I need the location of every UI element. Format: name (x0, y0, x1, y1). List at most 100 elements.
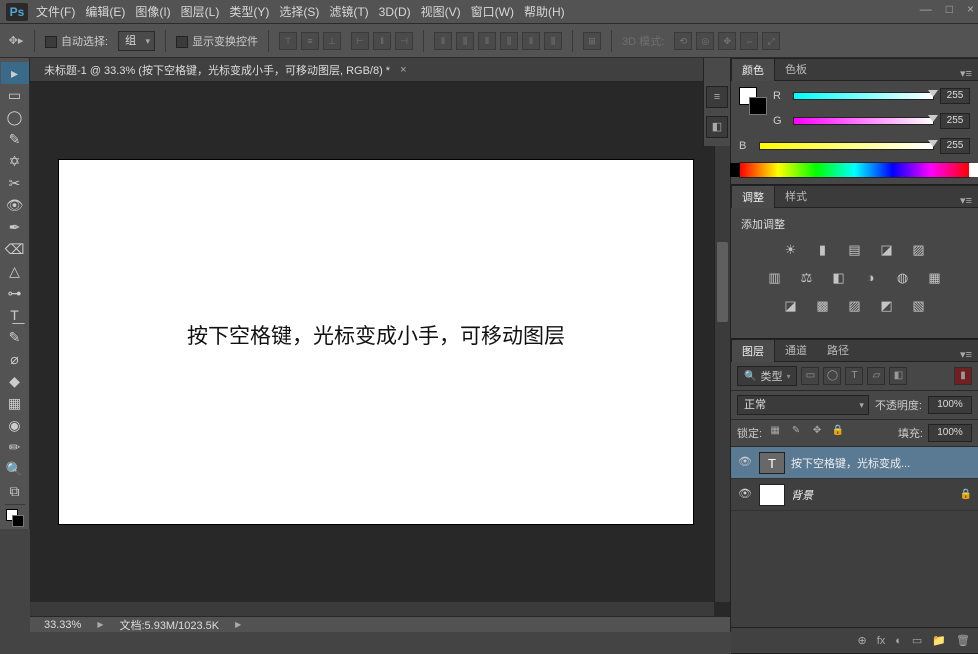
layer-row-background[interactable]: 👁 背景 🔒 (731, 479, 978, 511)
blend-mode-dropdown[interactable]: 正常 (737, 395, 869, 415)
menu-help[interactable]: 帮助(H) (524, 3, 565, 20)
layer-name[interactable]: 按下空格键，光标变成... (791, 455, 972, 471)
path-tool[interactable]: ◉ (1, 414, 29, 436)
align-right-icon[interactable]: ⊣ (395, 32, 413, 50)
b-slider[interactable] (759, 142, 934, 150)
tab-adjustments[interactable]: 调整 (731, 185, 775, 208)
pan-icon[interactable]: ✥ (718, 32, 736, 50)
filter-toggle-icon[interactable]: ▮ (954, 367, 972, 385)
adj-vibrance-icon[interactable]: ▨ (909, 242, 929, 260)
align-left-icon[interactable]: ⊢ (351, 32, 369, 50)
lock-pixels-icon[interactable]: ✎ (788, 425, 804, 441)
tab-layers[interactable]: 图层 (731, 339, 775, 362)
lasso-tool[interactable]: ◯ (1, 106, 29, 128)
document-tab[interactable]: 未标题-1 @ 33.3% (按下空格键，光标变成小手，可移动图层, RGB/8… (30, 58, 730, 82)
adj-mixer-icon[interactable]: ◍ (893, 270, 913, 288)
show-transform-checkbox[interactable]: 显示变换控件 (176, 33, 258, 49)
align-hcenter-icon[interactable]: ‖ (373, 32, 391, 50)
adj-levels-icon[interactable]: ▮ (813, 242, 833, 260)
orbit-icon[interactable]: ⟲ (674, 32, 692, 50)
dist-6-icon[interactable]: ⫼ (544, 32, 562, 50)
crop-tool[interactable]: ✡ (1, 150, 29, 172)
tab-swatches[interactable]: 色板 (775, 58, 817, 80)
link-layers-icon[interactable]: ⊕ (857, 634, 866, 647)
wand-tool[interactable]: ✎ (1, 128, 29, 150)
window-close[interactable]: × (967, 2, 974, 16)
adjust-panel-menu-icon[interactable]: ▾≡ (954, 194, 978, 207)
status-doc-menu-icon[interactable]: ▶ (235, 620, 241, 629)
status-zoom[interactable]: 33.33% (44, 619, 81, 631)
background-swatch[interactable] (749, 97, 767, 115)
new-layer-icon[interactable]: 📁 (932, 634, 946, 647)
dodge-tool[interactable]: ⌀ (1, 348, 29, 370)
vertical-scrollbar[interactable] (714, 82, 730, 602)
menu-3d[interactable]: 3D(D) (379, 5, 411, 19)
move-tool[interactable]: ▸ (1, 62, 29, 84)
adj-gradmap-icon[interactable]: ◩ (877, 298, 897, 316)
gradient-tool[interactable]: T͟ (1, 304, 29, 326)
g-value[interactable]: 255 (940, 113, 970, 129)
auto-select-checkbox[interactable]: 自动选择: (45, 33, 108, 49)
lock-transparent-icon[interactable]: ▦ (767, 425, 783, 441)
tab-paths[interactable]: 路径 (817, 339, 859, 361)
pen-tool[interactable]: ◆ (1, 370, 29, 392)
adj-curves-icon[interactable]: ▤ (845, 242, 865, 260)
menu-window[interactable]: 窗口(W) (471, 3, 514, 20)
collapsed-properties-icon[interactable]: ◧ (706, 116, 728, 138)
filter-type-icon[interactable]: T (845, 367, 863, 385)
align-top-icon[interactable]: ⊤ (279, 32, 297, 50)
menu-view[interactable]: 视图(V) (421, 3, 461, 20)
eraser-tool[interactable]: ⊶ (1, 282, 29, 304)
brush-tool[interactable]: ✒ (1, 216, 29, 238)
filter-pixel-icon[interactable]: ▭ (801, 367, 819, 385)
adj-bw-icon[interactable]: ◧ (829, 270, 849, 288)
layer-filter-kind[interactable]: 类型▾ (737, 366, 797, 386)
adj-brightness-icon[interactable]: ☀ (781, 242, 801, 260)
r-value[interactable]: 255 (940, 88, 970, 104)
color-panel-menu-icon[interactable]: ▾≡ (954, 67, 978, 80)
layer-mask-icon[interactable]: ◐ (895, 635, 902, 647)
fill-value[interactable]: 100% (928, 424, 972, 442)
hand-tool[interactable]: 🔍 (1, 458, 29, 480)
g-slider[interactable] (793, 117, 934, 125)
adj-invert-icon[interactable]: ◪ (781, 298, 801, 316)
adj-hue-icon[interactable]: ▥ (765, 270, 785, 288)
status-zoom-menu-icon[interactable]: ▶ (97, 620, 103, 629)
swatch-tool[interactable] (1, 507, 29, 529)
shape-tool[interactable]: ✏ (1, 436, 29, 458)
zoom-tool[interactable]: ⧉ (1, 480, 29, 502)
adj-posterize-icon[interactable]: ▩ (813, 298, 833, 316)
status-docsize[interactable]: 文档:5.93M/1023.5K (119, 617, 219, 633)
history-brush-tool[interactable]: △ (1, 260, 29, 282)
collapsed-history-icon[interactable]: ≡ (706, 86, 728, 108)
dist-5-icon[interactable]: ⫴ (522, 32, 540, 50)
align-bottom-icon[interactable]: ⊥ (323, 32, 341, 50)
auto-select-dropdown[interactable]: 组 (118, 31, 155, 51)
auto-align-icon[interactable]: ⊞ (583, 32, 601, 50)
eyedropper-tool[interactable]: ✂ (1, 172, 29, 194)
adj-threshold-icon[interactable]: ▨ (845, 298, 865, 316)
slide-icon[interactable]: ⇔ (740, 32, 758, 50)
adj-lookup-icon[interactable]: ▦ (925, 270, 945, 288)
heal-tool[interactable]: 👁 (1, 194, 29, 216)
window-maximize[interactable]: □ (946, 2, 953, 16)
layer-fx-icon[interactable]: fx (877, 635, 886, 647)
scale-icon[interactable]: ⤢ (762, 32, 780, 50)
b-value[interactable]: 255 (940, 138, 970, 154)
adj-balance-icon[interactable]: ⚖ (797, 270, 817, 288)
opacity-value[interactable]: 100% (928, 396, 972, 414)
filter-adjust-icon[interactable]: ◯ (823, 367, 841, 385)
horizontal-scrollbar[interactable] (30, 602, 714, 616)
marquee-tool[interactable]: ▭ (1, 84, 29, 106)
tab-color[interactable]: 颜色 (731, 58, 775, 81)
window-minimize[interactable]: — (920, 2, 932, 16)
adj-photo-filter-icon[interactable]: ◑ (861, 270, 881, 288)
tab-channels[interactable]: 通道 (775, 339, 817, 361)
layer-visibility-icon[interactable]: 👁 (737, 455, 753, 471)
scrollbar-thumb[interactable] (717, 242, 728, 322)
lock-all-icon[interactable]: 🔒 (830, 425, 846, 441)
new-group-icon[interactable]: ▭ (912, 634, 922, 647)
menu-edit[interactable]: 编辑(E) (85, 3, 125, 20)
tab-styles[interactable]: 样式 (775, 185, 817, 207)
dist-2-icon[interactable]: ⫼ (456, 32, 474, 50)
